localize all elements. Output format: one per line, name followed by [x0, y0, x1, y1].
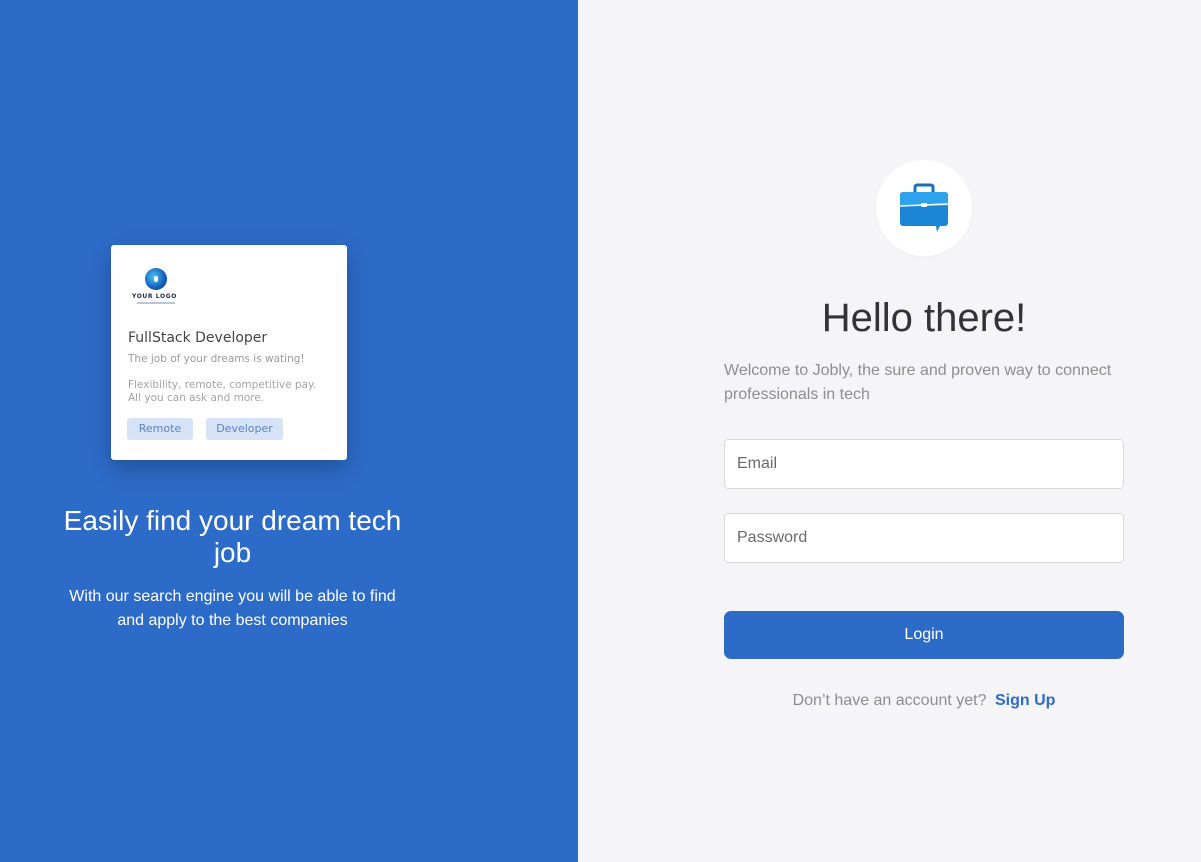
job-subtitle: The job of your dreams is wating!	[128, 353, 305, 365]
no-account-text: Don’t have an account yet?	[792, 692, 987, 709]
logo-tagline	[137, 302, 175, 304]
hero-text: With our search engine you will be able …	[69, 588, 396, 629]
briefcase-icon	[899, 183, 949, 232]
job-title: FullStack Developer	[128, 330, 268, 346]
password-field[interactable]	[724, 513, 1124, 563]
company-logo: YOUR LOGO	[131, 267, 183, 305]
page-title: Hello there!	[821, 296, 1027, 340]
hero-title: Easily find your dream tech job	[63, 505, 402, 568]
logo-mark-icon	[145, 268, 167, 290]
signup-prompt: Don’t have an account yet? Sign Up	[724, 692, 1124, 710]
welcome-text: Welcome to Jobly, the sure and proven wa…	[724, 362, 1112, 403]
job-card: YOUR LOGO FullStack Developer The job of…	[111, 245, 347, 460]
login-button[interactable]: Login	[724, 611, 1124, 659]
tag-developer: Developer	[206, 418, 283, 440]
brand-badge	[876, 160, 972, 256]
login-panel: Hello there! Welcome to Jobly, the sure …	[578, 0, 1201, 862]
job-description: Flexibility, remote, competitive pay. Al…	[128, 379, 317, 404]
signup-link[interactable]: Sign Up	[995, 692, 1055, 709]
logo-text: YOUR LOGO	[132, 293, 177, 300]
email-field[interactable]	[724, 439, 1124, 489]
left-panel: YOUR LOGO FullStack Developer The job of…	[0, 0, 578, 862]
tag-remote: Remote	[127, 418, 193, 440]
